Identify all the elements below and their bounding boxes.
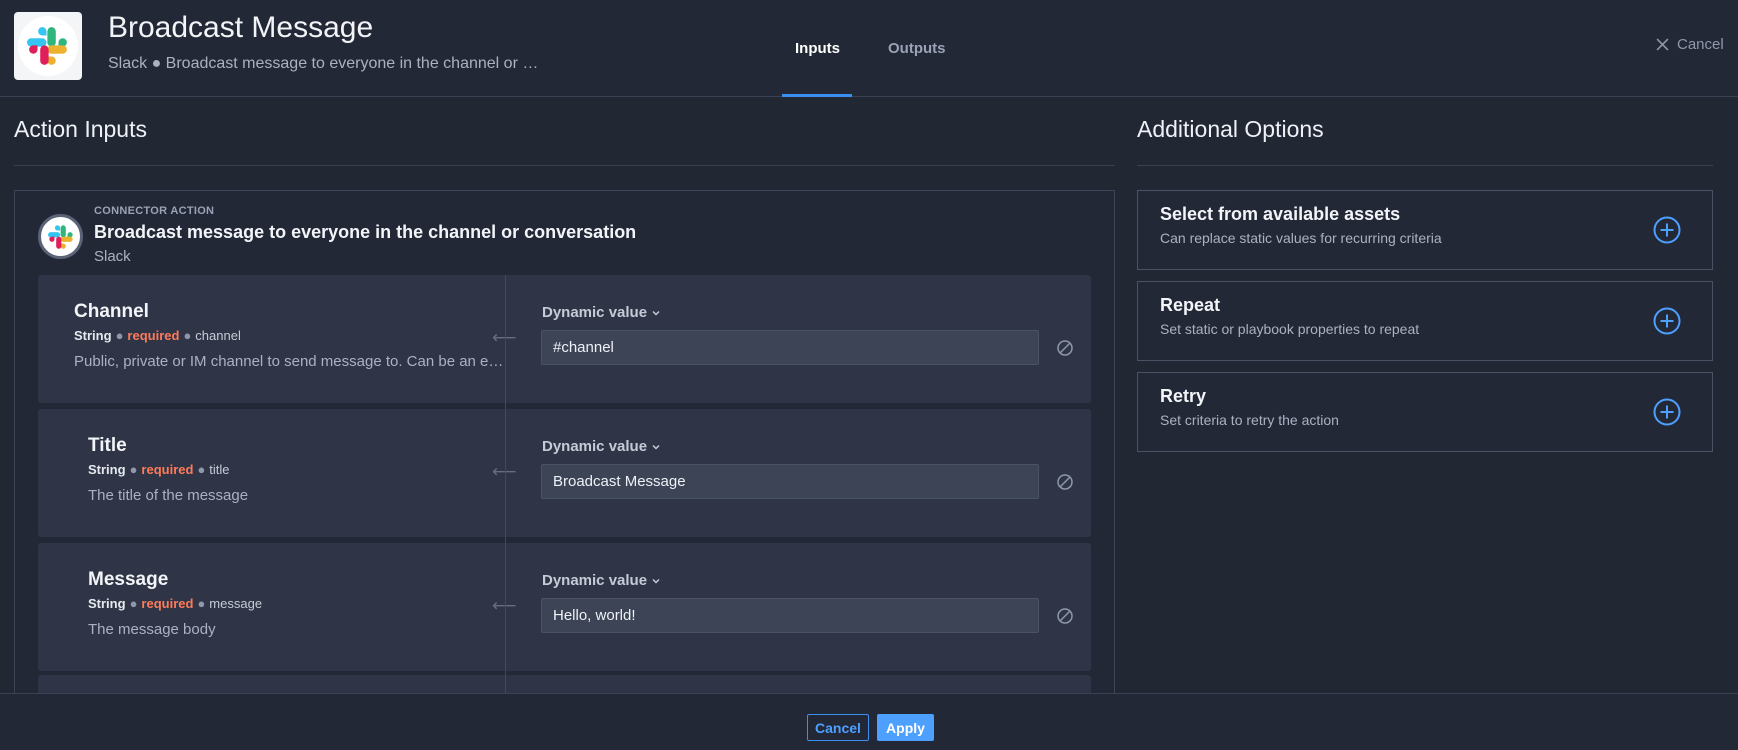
- field-meta: String ● required ● channel: [74, 328, 241, 343]
- dynamic-value-label: Dynamic value: [542, 438, 648, 455]
- field-name: Channel: [74, 301, 149, 322]
- field-name: Message: [88, 569, 169, 590]
- field-description: Public, private or IM channel to send me…: [74, 353, 504, 370]
- message-input[interactable]: Hello, world!: [541, 598, 1039, 633]
- column-divider: [505, 275, 506, 750]
- field-meta: String ● required ● title: [88, 462, 230, 477]
- field-description: The title of the message: [88, 487, 249, 504]
- clear-value-icon[interactable]: [1056, 339, 1074, 357]
- option-select-assets[interactable]: Select from available assets Can replace…: [1137, 190, 1713, 270]
- add-circle-icon[interactable]: [1652, 397, 1682, 427]
- field-required: required: [127, 328, 180, 343]
- divider: [1137, 165, 1713, 166]
- field-name: Title: [88, 435, 127, 456]
- cancel-button[interactable]: Cancel: [807, 714, 869, 741]
- field-required: required: [141, 596, 194, 611]
- connector-action-label: CONNECTOR ACTION: [94, 205, 215, 217]
- tab-outputs[interactable]: Outputs: [888, 40, 946, 57]
- apply-button[interactable]: Apply: [877, 714, 934, 741]
- chevron-down-icon: [652, 578, 660, 584]
- tab-inputs[interactable]: Inputs: [795, 40, 840, 57]
- field-type: String: [88, 462, 126, 477]
- dynamic-value-dropdown[interactable]: Dynamic value: [542, 304, 661, 321]
- dynamic-value-label: Dynamic value: [542, 572, 648, 589]
- field-key: title: [209, 462, 230, 477]
- chevron-down-icon: [652, 444, 660, 450]
- dynamic-value-dropdown[interactable]: Dynamic value: [542, 438, 661, 455]
- option-description: Can replace static values for recurring …: [1160, 230, 1442, 246]
- chevron-down-icon: [652, 310, 660, 316]
- option-title: Retry: [1160, 386, 1207, 406]
- dynamic-value-label: Dynamic value: [542, 304, 648, 321]
- page-title: Broadcast Message: [108, 11, 374, 44]
- divider: [14, 165, 1115, 166]
- close-icon: [1656, 38, 1669, 51]
- connector-action-title: Broadcast message to everyone in the cha…: [94, 222, 637, 242]
- option-title: Repeat: [1160, 295, 1221, 315]
- add-circle-icon[interactable]: [1652, 215, 1682, 245]
- page-subtitle: Slack ● Broadcast message to everyone in…: [108, 55, 539, 72]
- field-meta: String ● required ● message: [88, 596, 263, 611]
- channel-input[interactable]: #channel: [541, 330, 1039, 365]
- clear-value-icon[interactable]: [1056, 607, 1074, 625]
- slack-logo-icon: [27, 27, 67, 65]
- field-key: channel: [195, 328, 241, 343]
- field-required: required: [141, 462, 194, 477]
- field-description: The message body: [88, 621, 216, 638]
- header: Broadcast Message Slack ● Broadcast mess…: [0, 0, 1738, 97]
- field-key: message: [209, 596, 263, 611]
- clear-value-icon[interactable]: [1056, 473, 1074, 491]
- footer: [0, 693, 1738, 750]
- action-inputs-title: Action Inputs: [14, 116, 147, 142]
- app-logo: [14, 12, 82, 80]
- active-tab-indicator: [782, 94, 852, 97]
- field-type: String: [88, 596, 126, 611]
- option-description: Set criteria to retry the action: [1160, 412, 1339, 428]
- connector-app-icon: [38, 214, 83, 259]
- header-cancel-label: Cancel: [1677, 36, 1724, 53]
- option-description: Set static or playbook properties to rep…: [1160, 321, 1420, 337]
- connector-app-name: Slack: [94, 248, 131, 265]
- option-repeat[interactable]: Repeat Set static or playbook properties…: [1137, 281, 1713, 361]
- header-cancel-button[interactable]: Cancel: [1656, 36, 1724, 53]
- additional-options-title: Additional Options: [1137, 116, 1324, 142]
- slack-logo-icon: [47, 224, 73, 249]
- title-input[interactable]: Broadcast Message: [541, 464, 1039, 499]
- dynamic-value-dropdown[interactable]: Dynamic value: [542, 572, 661, 589]
- option-title: Select from available assets: [1160, 204, 1401, 224]
- field-type: String: [74, 328, 112, 343]
- option-retry[interactable]: Retry Set criteria to retry the action: [1137, 372, 1713, 452]
- add-circle-icon[interactable]: [1652, 306, 1682, 336]
